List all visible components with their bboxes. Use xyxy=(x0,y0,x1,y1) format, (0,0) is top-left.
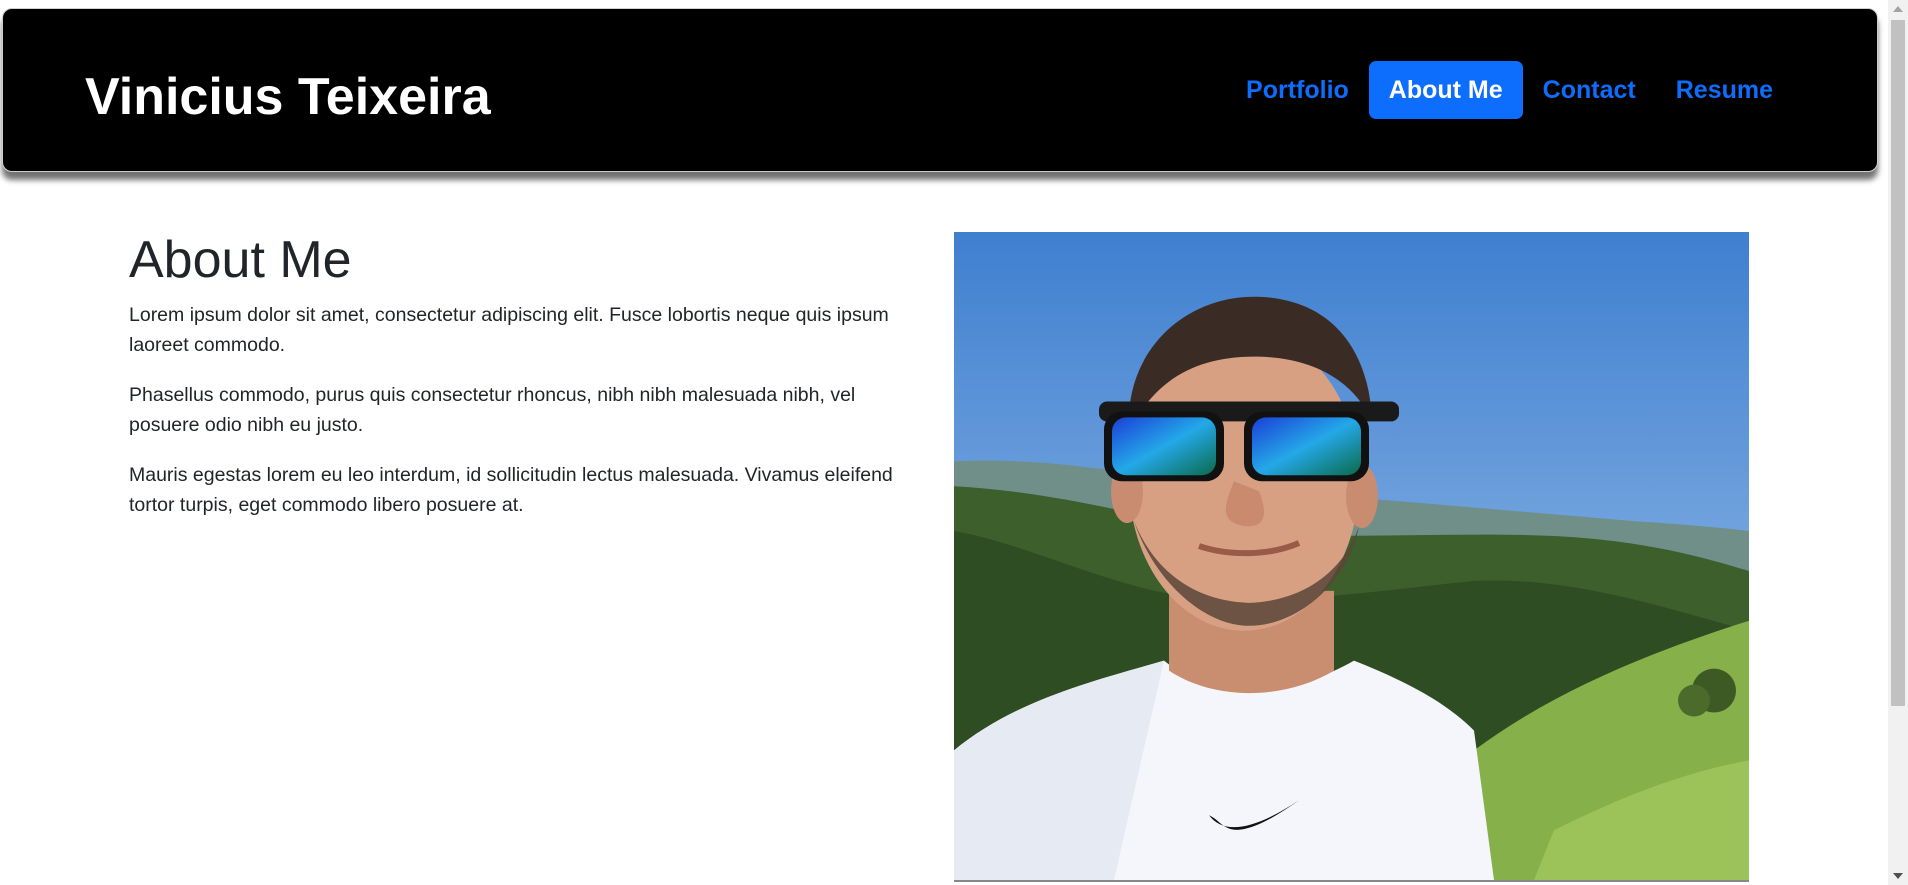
about-paragraph-2: Phasellus commodo, purus quis consectetu… xyxy=(129,384,856,436)
scroll-up-arrow-icon[interactable] xyxy=(1893,6,1903,12)
profile-photo-illustration xyxy=(954,232,1749,880)
about-section: About Me Lorem ipsum dolor sit amet, con… xyxy=(129,230,909,540)
site-header: Vinicius Teixeira Portfolio About Me Con… xyxy=(2,8,1878,172)
page-title: About Me xyxy=(129,231,352,289)
scroll-down-arrow-icon[interactable] xyxy=(1893,873,1903,879)
nav-link-resume[interactable]: Resume xyxy=(1656,61,1793,119)
profile-photo xyxy=(954,232,1749,882)
vertical-scrollbar[interactable] xyxy=(1888,0,1908,885)
nav-link-about-me[interactable]: About Me xyxy=(1368,61,1523,119)
nav-link-portfolio[interactable]: Portfolio xyxy=(1226,61,1369,119)
brand-title[interactable]: Vinicius Teixeira xyxy=(85,67,491,127)
about-paragraph-1: Lorem ipsum dolor sit amet, consectetur … xyxy=(129,304,889,356)
scrollbar-thumb[interactable] xyxy=(1891,20,1905,706)
nav-link-contact[interactable]: Contact xyxy=(1523,61,1656,119)
main-nav: Portfolio About Me Contact Resume xyxy=(1226,61,1793,119)
about-paragraph-3: Mauris egestas lorem eu leo interdum, id… xyxy=(129,464,893,516)
page: Vinicius Teixeira Portfolio About Me Con… xyxy=(0,0,1908,885)
